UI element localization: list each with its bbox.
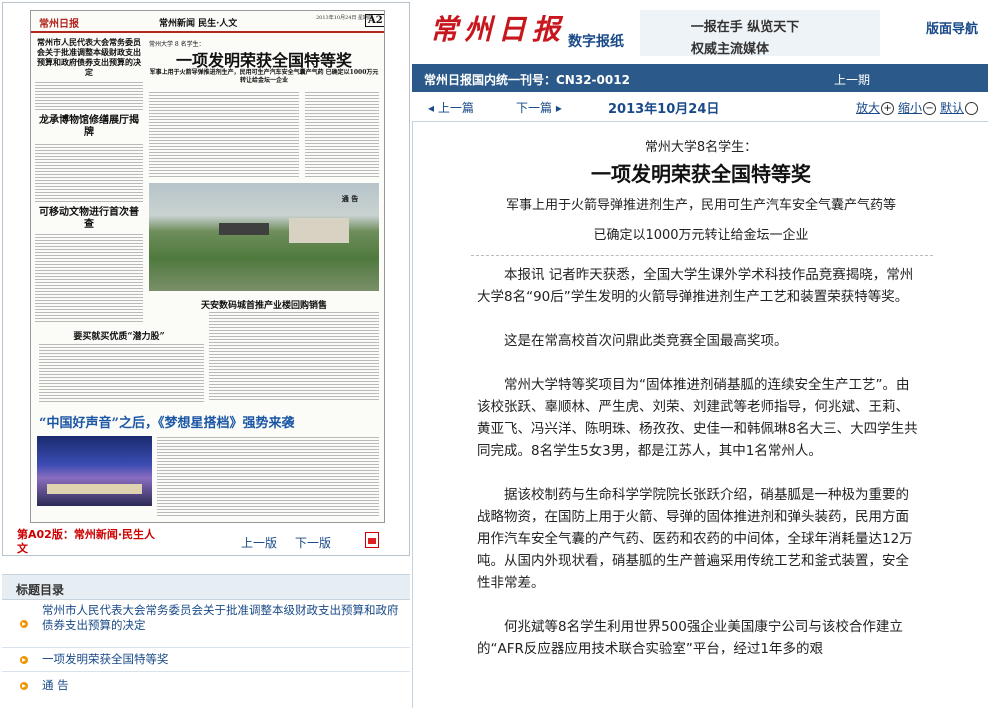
- prev-issue-link[interactable]: 上一期: [834, 71, 870, 88]
- zoom-in-button[interactable]: 放大 +: [856, 99, 895, 116]
- next-article-link[interactable]: 下一篇 ▸: [516, 99, 562, 116]
- triangle-right-icon: ▸: [552, 101, 562, 115]
- newspaper-page-image[interactable]: 常州日报 常州新闻 民生·人文 2013年10月24日 星期四 A2 常州市人民…: [30, 10, 385, 523]
- article-paragraph: 本报讯 记者昨天获悉，全国大学生课外学术科技作品竞赛揭晓，常州大学8名“90后”…: [477, 267, 914, 305]
- paper-text-block: [149, 91, 299, 179]
- title-list-item[interactable]: 一项发明荣获全国特等奖: [2, 648, 410, 672]
- paper-text-block: [35, 143, 143, 203]
- default-size-button[interactable]: 默认: [940, 99, 979, 116]
- paper-story-2[interactable]: 天安数码城首推产业楼回购销售: [149, 298, 379, 311]
- title-list-item-label[interactable]: 一项发明荣获全国特等奖: [42, 652, 169, 666]
- arrow-bullet-icon: [20, 682, 28, 690]
- paper-left-headline-2[interactable]: 龙承博物馆修缮展厅揭牌: [35, 115, 143, 139]
- article-paragraph: 这是在常高校首次问鼎此类竞赛全国最高奖项。: [504, 333, 788, 349]
- divider: [471, 255, 933, 256]
- arrow-bullet-icon: [20, 620, 28, 628]
- issue-date: 2013年10月24日: [608, 102, 720, 117]
- paper-section: 常州新闻 民生·人文: [159, 19, 238, 29]
- prev-article-label[interactable]: 上一篇: [438, 101, 474, 115]
- article-kicker: 常州大学8名学生：: [644, 140, 758, 155]
- title-list-item-label[interactable]: 常州市人民代表大会常务委员会关于批准调整本级财政支出预算和政府债券支出预算的决定: [42, 603, 399, 632]
- title-list-item[interactable]: 通 告: [2, 672, 410, 700]
- circle-icon[interactable]: [965, 102, 979, 115]
- minus-circle-icon[interactable]: −: [923, 102, 937, 115]
- page-label: 第A02版：常州新闻·民生人文: [17, 528, 155, 555]
- issn-text: 常州日报国内统一刊号：CN32-0012: [424, 73, 630, 87]
- paper-text-block: [35, 81, 143, 111]
- article-paragraph: 何兆斌等8名学生利用世界500强企业美国康宁公司与该校合作建立的“AFR反应器应…: [477, 619, 903, 657]
- paper-text-block: [39, 343, 204, 403]
- paper-photo-stage: [37, 436, 152, 506]
- title-list-item[interactable]: 常州市人民代表大会常务委员会关于批准调整本级财政支出预算和政府债券支出预算的决定: [2, 600, 410, 648]
- zoom-in-label[interactable]: 放大: [856, 101, 880, 115]
- brand-logo[interactable]: 常州日报: [430, 8, 566, 48]
- paper-story-3[interactable]: 要买就买优质“潜力股”: [39, 329, 199, 342]
- article-paragraph: 常州大学特等奖项目为“固体推进剂硝基胍的连续安全生产工艺”。由该校张跃、辜顺林、…: [477, 377, 918, 459]
- paper-text-block: [157, 436, 379, 516]
- paper-left-headline-3[interactable]: 可移动文物进行首次普查: [35, 207, 143, 231]
- paper-text-block: [209, 311, 379, 401]
- layout-nav-link[interactable]: 版面导航: [926, 18, 978, 37]
- paper-masthead: 常州日报 常州新闻 民生·人文 2013年10月24日 星期四 A2: [31, 11, 384, 33]
- next-article-label[interactable]: 下一篇: [516, 101, 552, 115]
- triangle-left-icon: ◂: [428, 101, 438, 115]
- prev-page-link[interactable]: 上一版: [241, 534, 277, 551]
- slogan-box: 一报在手 纵览天下 权威主流媒体: [640, 10, 880, 57]
- paper-left-headline-1[interactable]: 常州市人民代表大会常务委员会关于批准调整本级财政支出预算和政府债券支出预算的决定: [35, 37, 143, 77]
- article-body: 本报讯 记者昨天获悉，全国大学生课外学术科技作品竞赛揭晓，常州大学8名“90后”…: [477, 264, 919, 682]
- paper-logo: 常州日报: [39, 19, 79, 30]
- prev-article-link[interactable]: ◂ 上一篇: [428, 99, 474, 116]
- article-paragraph: 据该校制药与生命科学学院院长张跃介绍，硝基胍是一种极为重要的战略物资，在国防上用…: [477, 487, 913, 591]
- site-header: 常州日报 数字报纸 一报在手 纵览天下 权威主流媒体 版面导航: [412, 0, 988, 64]
- article-subtitle-2: 已确定以1000万元转让给金坛一企业: [593, 228, 809, 243]
- arrow-bullet-icon: [20, 656, 28, 664]
- article-toolbar: ◂ 上一篇 下一篇 ▸ 2013年10月24日 放大 + 缩小 − 默认: [412, 92, 988, 122]
- pdf-icon[interactable]: [365, 532, 379, 548]
- issue-bar: 常州日报国内统一刊号：CN32-0012 上一期: [412, 64, 988, 92]
- paper-main-headline[interactable]: 一项发明荣获全国特等奖: [149, 47, 379, 71]
- article-subtitle-1: 军事上用于火箭导弹推进剂生产，民用可生产汽车安全气囊产气药等: [505, 198, 896, 213]
- article-title: 一项发明荣获全国特等奖: [591, 162, 811, 186]
- paper-big-headline[interactable]: “中国好声音”之后，《梦想星搭档》强势来袭: [39, 412, 379, 431]
- zoom-out-button[interactable]: 缩小 −: [898, 99, 937, 116]
- title-list-heading: 标题目录: [2, 574, 410, 600]
- article-content: 常州大学8名学生： 一项发明荣获全国特等奖 军事上用于火箭导弹推进剂生产，民用可…: [412, 122, 988, 708]
- title-list-panel: 标题目录 常州市人民代表大会常务委员会关于批准调整本级财政支出预算和政府债券支出…: [2, 574, 410, 708]
- zoom-out-label[interactable]: 缩小: [898, 101, 922, 115]
- slogan-line-2: 权威主流媒体: [690, 42, 769, 57]
- paper-text-block: [35, 233, 143, 323]
- paper-subhead: 军事上用于火箭导弹推进剂生产，民用可生产汽车安全气囊产气药 已确定以1000万元…: [149, 69, 379, 84]
- next-page-link[interactable]: 下一版: [295, 534, 331, 551]
- paper-text-block: [305, 91, 379, 179]
- page-preview-panel: 常州日报 常州新闻 民生·人文 2013年10月24日 星期四 A2 常州市人民…: [2, 2, 410, 556]
- paper-notice[interactable]: 通 告: [321, 194, 379, 204]
- default-size-label[interactable]: 默认: [940, 101, 964, 115]
- title-list-item-label[interactable]: 通 告: [42, 678, 69, 692]
- plus-circle-icon[interactable]: +: [881, 102, 895, 115]
- slogan-line-1: 一报在手 纵览天下: [690, 20, 800, 35]
- paper-page-number: A2: [365, 14, 384, 27]
